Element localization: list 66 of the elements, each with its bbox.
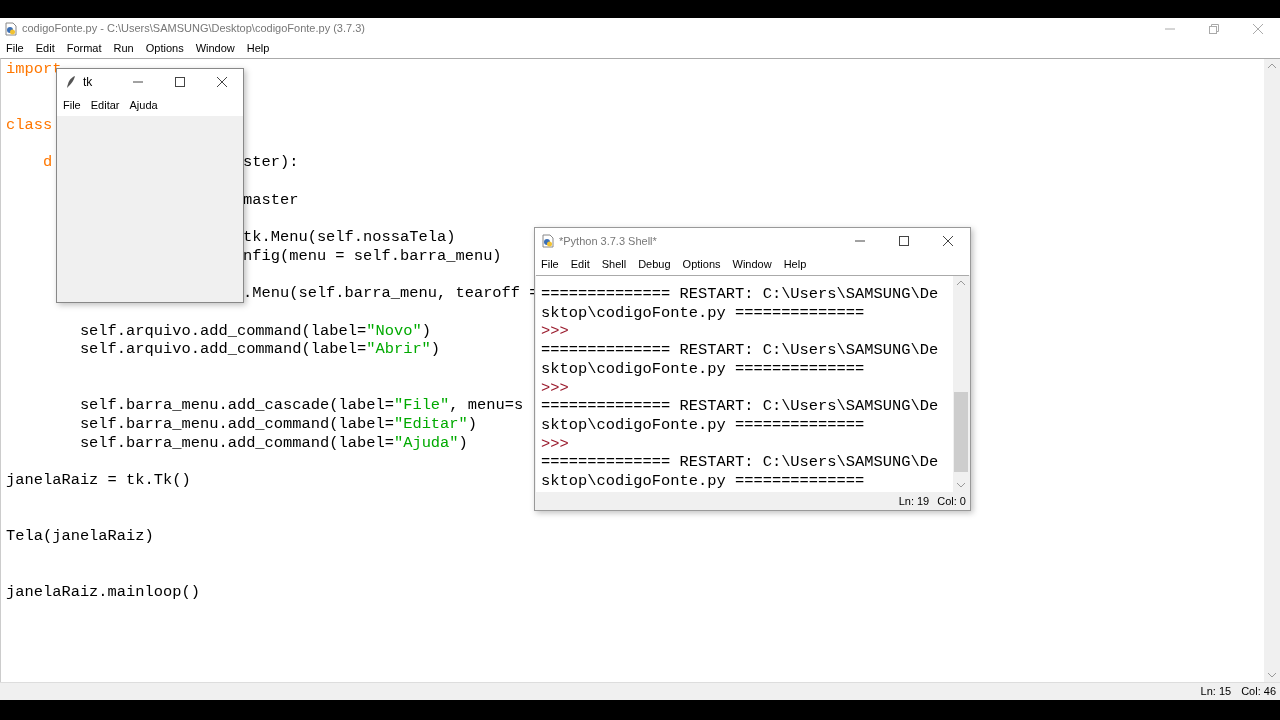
shell-line: ============== RESTART: C:\Users\SAMSUNG\De xyxy=(541,397,939,416)
shell-line: sktop\codigoFonte.py ============== xyxy=(541,415,865,435)
menu-item[interactable]: Format xyxy=(66,40,102,57)
code-line: Tela(janelaRaiz) xyxy=(6,527,154,546)
menu-item[interactable]: Run xyxy=(113,40,134,57)
window-title: *Python 3.7.3 Shell* xyxy=(559,233,657,249)
code-line: class xyxy=(6,116,53,135)
line-number: Ln: 15 xyxy=(1200,684,1232,700)
scrollbar[interactable] xyxy=(1264,59,1280,682)
shell-line: sktop\codigoFonte.py ============== xyxy=(541,359,865,379)
scroll-up-icon xyxy=(957,280,965,285)
code-line: import xyxy=(6,60,62,79)
close-icon xyxy=(217,76,227,87)
python-file-icon xyxy=(541,234,555,248)
menu-item[interactable]: Help xyxy=(246,40,270,57)
close-icon xyxy=(1253,23,1263,34)
scroll-up-icon xyxy=(1268,63,1276,68)
menu-item[interactable]: Help xyxy=(783,256,807,273)
shell-line: sktop\codigoFonte.py ============== xyxy=(541,303,865,323)
shell-line: ============== RESTART: C:\Users\SAMSUNG\De xyxy=(541,453,939,473)
maximize-icon xyxy=(175,76,185,87)
window-title: tk xyxy=(83,73,93,91)
code-line: self.arquivo.add_command(label="Novo") xyxy=(78,321,431,341)
menu-item[interactable]: Editar xyxy=(90,96,120,114)
menu-item[interactable]: File xyxy=(541,256,559,273)
code-line: janelaRaiz = tk.Tk() xyxy=(6,471,191,490)
window-title: codigoFonte.py - C:\Users\SAMSUNG\Desktop\codigoFonte.py (3.7.3) xyxy=(22,21,365,37)
shell-line: ============== RESTART: C:\Users\SAMSUNG\De xyxy=(541,341,939,360)
restore-icon xyxy=(1209,23,1219,34)
scroll-down-icon xyxy=(1268,673,1276,678)
menu-item[interactable]: Options xyxy=(682,256,721,273)
maximize-icon xyxy=(899,236,909,246)
shell-prompt: >>> xyxy=(541,322,569,342)
code-line: master xyxy=(243,190,299,210)
shell-line: ============== RESTART: C:\Users\SAMSUNG\De xyxy=(541,285,939,304)
scrollbar[interactable] xyxy=(953,276,969,492)
menu-item[interactable]: Edit xyxy=(35,40,55,57)
column-number: Col: 46 xyxy=(1241,684,1276,700)
feather-icon xyxy=(65,74,77,89)
menu-item[interactable]: Window xyxy=(195,40,235,57)
menu-item[interactable]: Options xyxy=(145,40,184,57)
code-line: tk.Menu(self.nossaTela) xyxy=(243,228,456,247)
code-line: nfig(menu = self.barra_menu) xyxy=(243,246,502,266)
menu-item[interactable]: Edit xyxy=(570,256,590,273)
code-line: d xyxy=(41,153,53,172)
code-line: self.barra_menu.add_command(label="Ajuda") xyxy=(78,433,468,453)
code-line: janelaRaiz.mainloop() xyxy=(6,583,200,602)
code-line: self.barra_menu.add_command(label="Editar") xyxy=(78,415,478,434)
menu-item[interactable]: Debug xyxy=(638,256,671,273)
menu-item[interactable]: Window xyxy=(732,256,772,273)
menu-item[interactable]: Shell xyxy=(601,256,627,273)
code-line: ster): xyxy=(243,153,299,173)
menu-item[interactable]: File xyxy=(6,40,24,57)
shell-prompt: >>> xyxy=(541,378,569,398)
shell-prompt: >>> xyxy=(541,434,569,454)
menu-item[interactable]: Ajuda xyxy=(129,96,158,114)
scroll-thumb[interactable] xyxy=(954,391,968,472)
shell-line: sktop\codigoFonte.py ============== xyxy=(541,472,865,491)
close-icon xyxy=(943,236,953,246)
scroll-down-icon xyxy=(957,483,965,488)
column-number: Col: 0 xyxy=(937,493,966,509)
code-line: self.arquivo.add_command(label="Abrir") xyxy=(78,340,441,359)
menu-item[interactable]: File xyxy=(63,96,81,114)
code-line: self.barra_menu.add_cascade(label="File", menu=s xyxy=(78,396,524,416)
python-file-icon xyxy=(4,21,18,36)
line-number: Ln: 19 xyxy=(898,493,930,509)
